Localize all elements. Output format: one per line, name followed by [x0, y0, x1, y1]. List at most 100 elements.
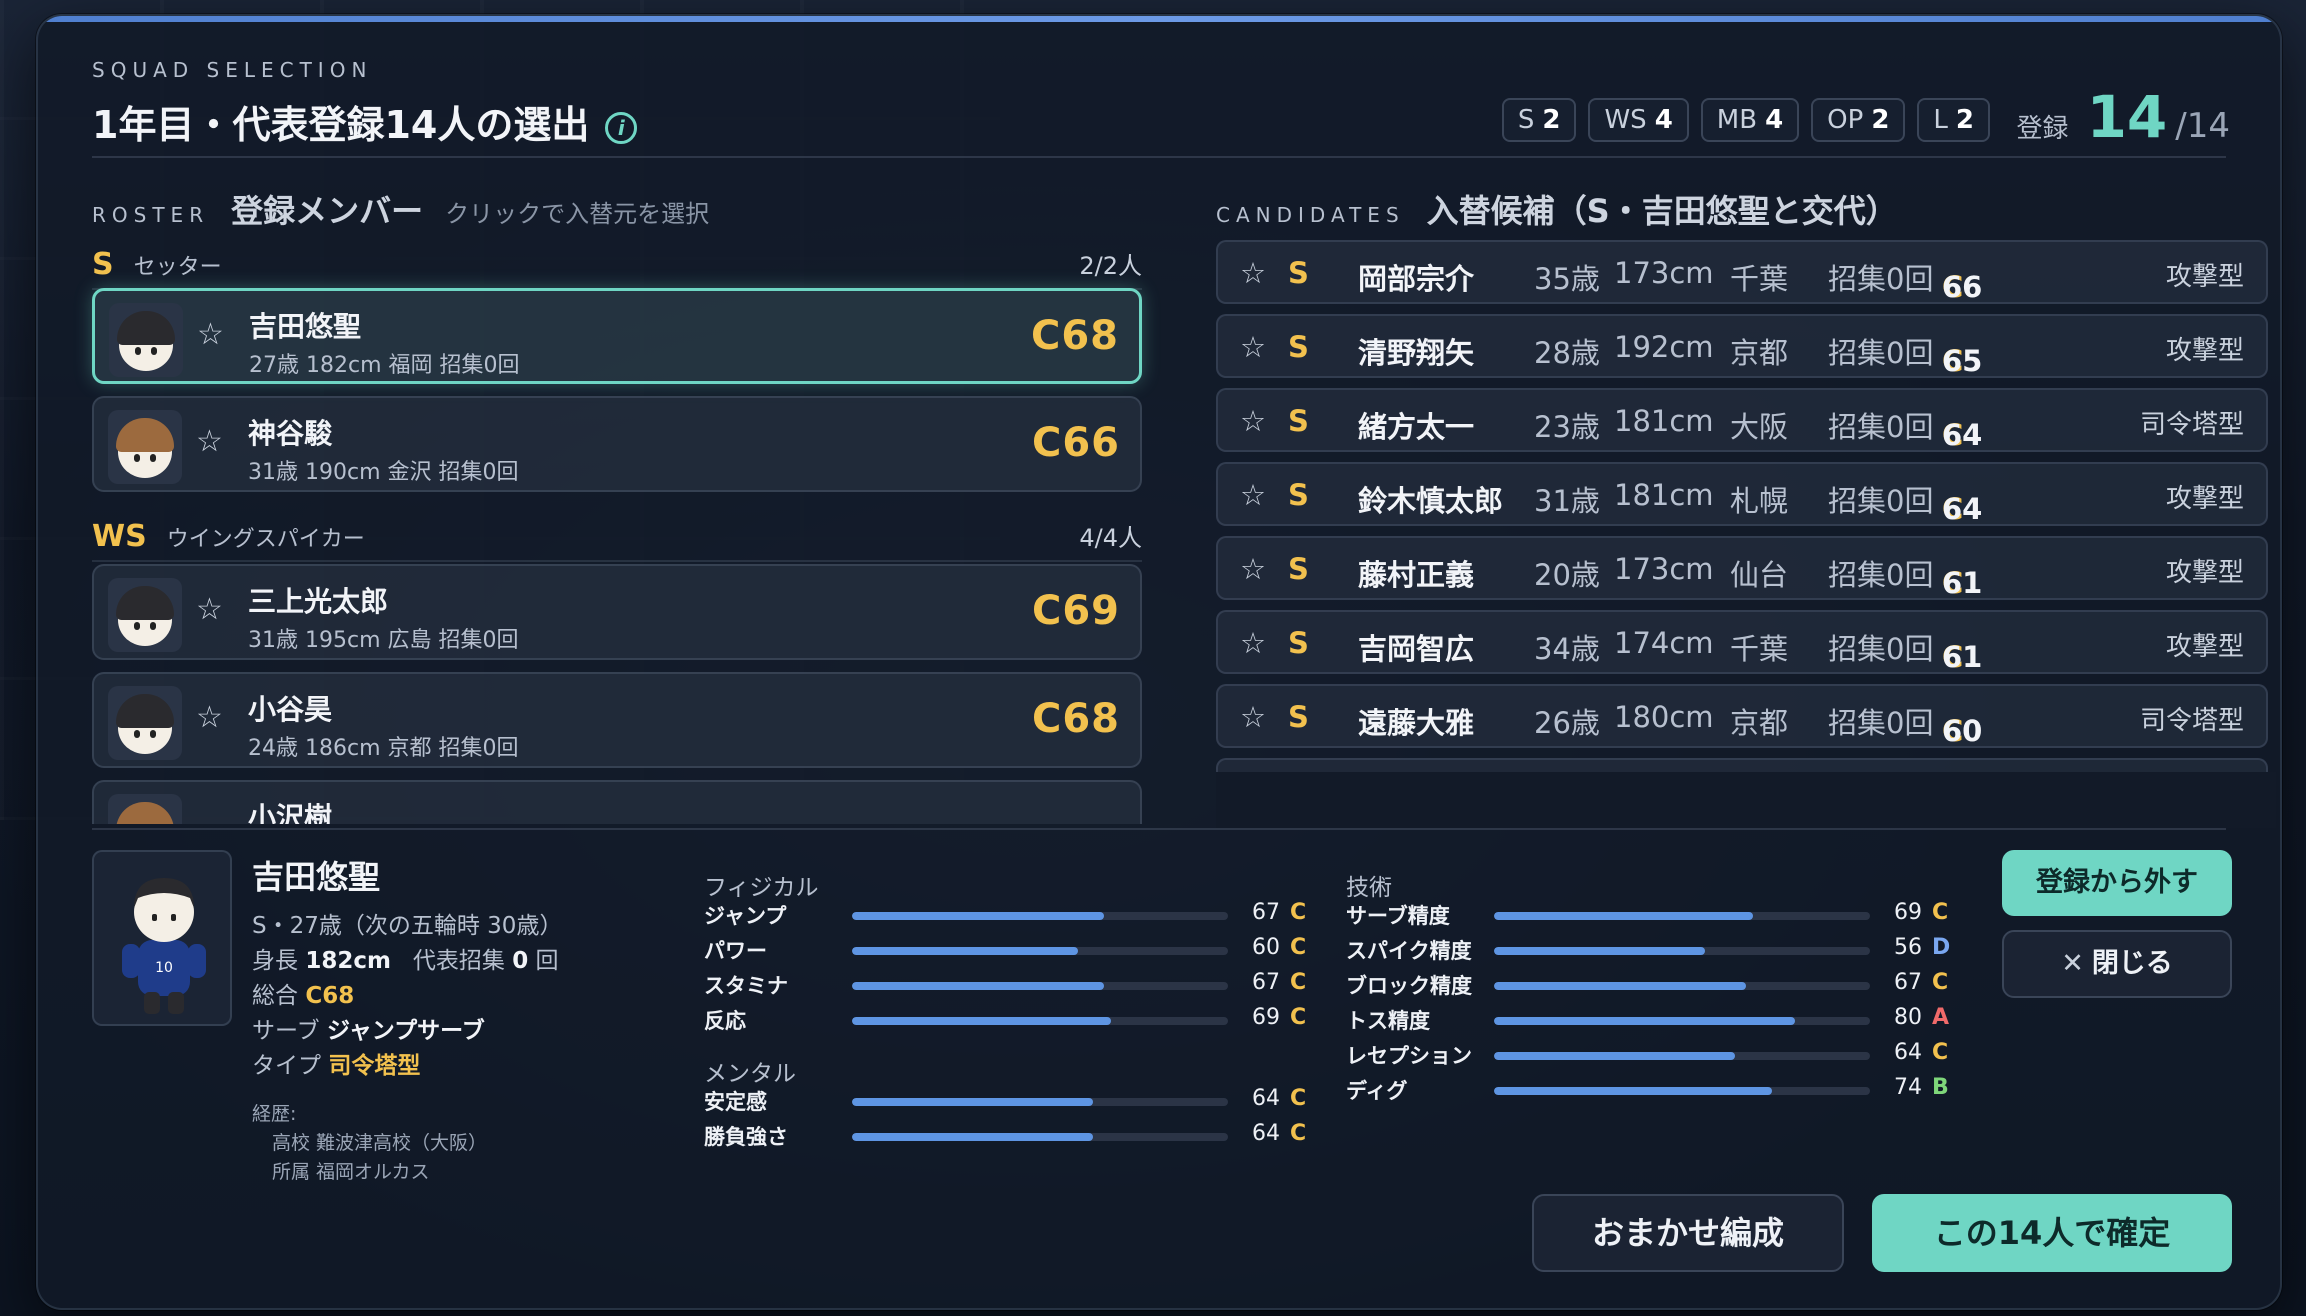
candidate-row[interactable]: ☆ S 緒方太一 23歳 181cm 大阪 招集0回 C 64 司令塔型	[1216, 388, 2268, 452]
roster-card[interactable]: 小沢樹	[92, 780, 1142, 824]
position-code: S	[1517, 105, 1535, 135]
info-icon[interactable]: i	[605, 111, 638, 144]
candidate-caps: 招集0回	[1828, 410, 1934, 444]
detail-overall: 総合 C68	[252, 976, 562, 1011]
history-label: 経歴:	[252, 1103, 297, 1125]
group-count: 2/2人	[1079, 252, 1142, 280]
stat-bar-fill	[1494, 1052, 1735, 1060]
stat-bar	[852, 947, 1228, 955]
stat-bar-fill	[852, 1098, 1093, 1106]
player-meta: 31歳 195cm 広島 招集0回	[248, 628, 519, 653]
star-icon[interactable]: ☆	[1240, 478, 1266, 512]
candidate-age: 20歳	[1534, 558, 1600, 592]
candidate-type: 攻撃型	[2165, 262, 2244, 292]
serve-label: サーブ	[252, 1018, 320, 1044]
candidate-position: S	[1288, 478, 1309, 512]
caps-label: 代表招集	[412, 948, 505, 974]
star-icon[interactable]: ☆	[196, 592, 223, 627]
candidate-rating-value: 61	[1942, 566, 1983, 600]
candidate-hometown: 仙台	[1730, 558, 1789, 592]
position-count: 2	[1871, 105, 1890, 135]
position-count: 4	[1654, 105, 1673, 135]
history-highschool: 高校 難波津高校（大阪）	[272, 1132, 488, 1154]
star-icon[interactable]: ☆	[1240, 700, 1266, 734]
close-button[interactable]: ✕ 閉じる	[2002, 930, 2232, 998]
player-meta: 24歳 186cm 京都 招集0回	[248, 736, 519, 761]
candidate-rating-value: 64	[1942, 492, 1983, 526]
candidate-type: 攻撃型	[2165, 558, 2244, 588]
position-chip: OP 2	[1811, 98, 1906, 142]
stat-bar	[1494, 912, 1870, 920]
candidate-age: 28歳	[1534, 336, 1600, 370]
candidate-row[interactable]: ☆ S 藤村正義 20歳 173cm 仙台 招集0回 C 61 攻撃型	[1216, 536, 2268, 600]
candidate-row[interactable]: ☆ S 岡部宗介 35歳 173cm 千葉 招集0回 C 66 攻撃型	[1216, 240, 2268, 304]
group-name: ウイングスパイカー	[166, 527, 365, 552]
roster-card[interactable]: ☆ 吉田悠聖 27歳 182cm 福岡 招集0回 C68	[92, 288, 1142, 384]
stat-bar-fill	[852, 1133, 1093, 1141]
candidate-hometown: 京都	[1730, 706, 1789, 740]
star-icon[interactable]: ☆	[1240, 404, 1266, 438]
remove-from-roster-button[interactable]: 登録から外す	[2002, 850, 2232, 916]
player-meta: 31歳 190cm 金沢 招集0回	[248, 460, 519, 485]
stat-value: 64	[1252, 1086, 1280, 1111]
star-icon[interactable]: ☆	[196, 424, 223, 459]
group-header-setter: S セッター 2/2人	[92, 246, 1142, 290]
roster-card[interactable]: ☆ 小谷昊 24歳 186cm 京都 招集0回 C68	[92, 672, 1142, 768]
stat-grade: C	[1290, 900, 1307, 925]
page-title-text: 1年目・代表登録14人の選出	[92, 103, 590, 147]
star-icon[interactable]: ☆	[197, 317, 224, 352]
candidate-caps: 招集0回	[1828, 262, 1934, 296]
candidate-row[interactable]: ☆ S 鈴木慎太郎 31歳 181cm 札幌 招集0回 C 64 攻撃型	[1216, 462, 2268, 526]
registered-label: 登録	[2016, 114, 2069, 144]
confirm-button[interactable]: この14人で確定	[1872, 1194, 2232, 1272]
stat-grade: B	[1932, 1075, 1949, 1100]
candidate-height: 192cm	[1614, 330, 1714, 364]
candidate-caps: 招集0回	[1828, 484, 1934, 518]
star-icon[interactable]: ☆	[1240, 330, 1266, 364]
stat-name: トス精度	[1346, 1009, 1430, 1033]
roster-card[interactable]: ☆ 神谷駿 31歳 190cm 金沢 招集0回 C66	[92, 396, 1142, 492]
serve-value: ジャンプサーブ	[326, 1018, 485, 1044]
stat-value: 56	[1894, 935, 1922, 960]
auto-arrange-button[interactable]: おまかせ編成	[1532, 1194, 1844, 1272]
caps-unit: 回	[535, 948, 559, 974]
player-rating: C66	[1031, 420, 1120, 466]
candidate-height: 174cm	[1614, 626, 1714, 660]
candidate-row[interactable]: ☆ S 遠藤大雅 26歳 180cm 京都 招集0回 C 60 司令塔型	[1216, 684, 2268, 748]
registered-counter: 登録 14 /14	[2017, 88, 2230, 146]
candidate-caps: 招集0回	[1828, 706, 1934, 740]
stat-row: 安定感 64 C	[704, 1084, 1314, 1118]
player-name: 小沢樹	[248, 801, 333, 824]
candidate-age: 26歳	[1534, 706, 1600, 740]
stat-value: 60	[1252, 935, 1280, 960]
star-icon[interactable]: ☆	[196, 700, 223, 735]
stat-grade: C	[1290, 970, 1307, 995]
candidate-row[interactable]: ☆ S 清野翔矢 28歳 192cm 京都 招集0回 C 65 攻撃型	[1216, 314, 2268, 378]
candidate-row[interactable]: ☆ S 吉岡智広 34歳 174cm 千葉 招集0回 C 61 攻撃型	[1216, 610, 2268, 674]
technique-heading: 技術	[1346, 875, 1392, 901]
candidate-height: 173cm	[1614, 256, 1714, 290]
position-chip: L2	[1917, 98, 1990, 142]
stat-name: ジャンプ	[704, 904, 787, 928]
stat-bar-fill	[1494, 912, 1754, 920]
type-label: タイプ	[252, 1053, 321, 1079]
stat-row: サーブ精度 69 C	[1346, 898, 1956, 932]
stat-row: パワー 60 C	[704, 933, 1314, 967]
player-name: 三上光太郎	[248, 585, 389, 618]
candidate-age: 34歳	[1534, 632, 1600, 666]
candidate-hometown: 千葉	[1730, 262, 1789, 296]
roster-title: 登録メンバー	[231, 192, 424, 230]
candidate-position: S	[1288, 626, 1309, 660]
stat-bar-fill	[1494, 1017, 1795, 1025]
star-icon[interactable]: ☆	[1240, 552, 1266, 586]
candidate-position: S	[1288, 404, 1309, 438]
avatar	[109, 303, 183, 377]
stat-bar-fill	[1494, 982, 1746, 990]
star-icon[interactable]: ☆	[1240, 626, 1266, 660]
position-code: MB	[1716, 105, 1758, 135]
stat-bar	[852, 1133, 1228, 1141]
star-icon[interactable]: ☆	[1240, 256, 1266, 290]
candidate-type: 攻撃型	[2165, 484, 2244, 514]
stat-name: 反応	[704, 1009, 746, 1033]
roster-card[interactable]: ☆ 三上光太郎 31歳 195cm 広島 招集0回 C69	[92, 564, 1142, 660]
